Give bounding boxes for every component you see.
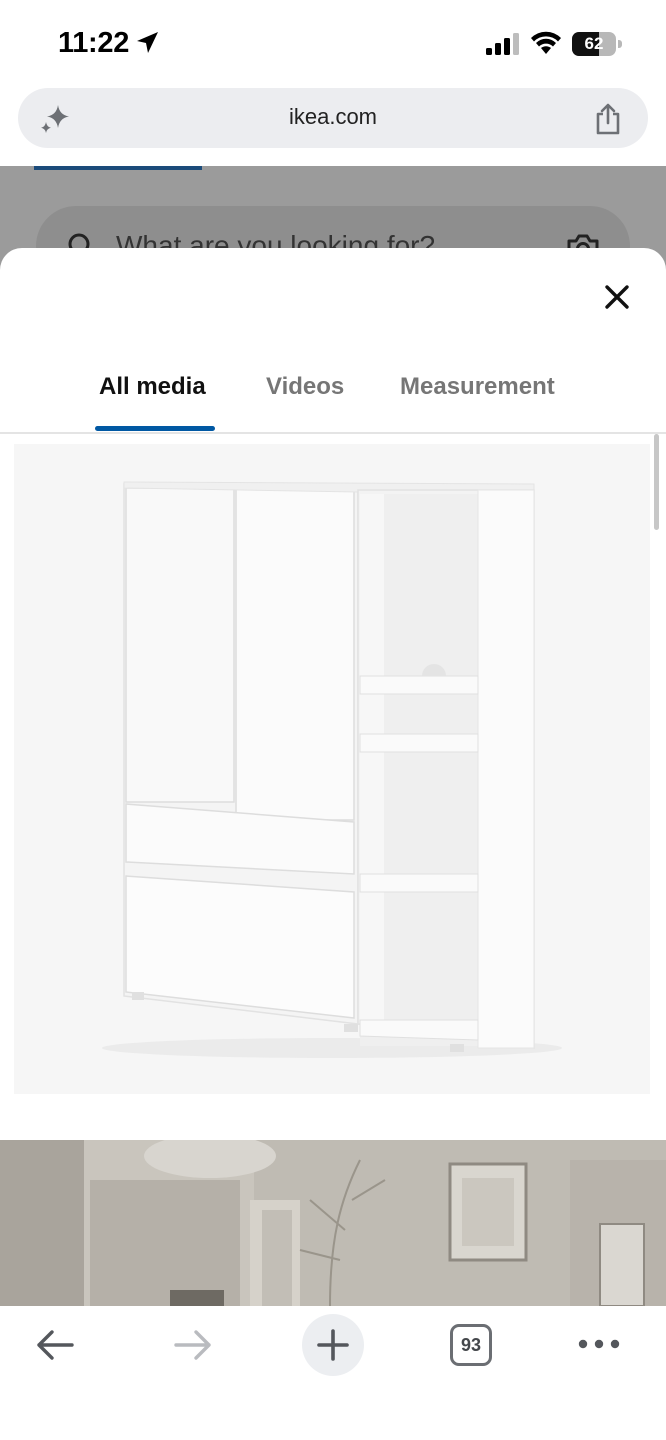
forward-arrow-icon[interactable]: [172, 1328, 214, 1362]
scrollbar[interactable]: [654, 434, 659, 530]
product-image[interactable]: [14, 444, 650, 1094]
nav-underline: [34, 166, 202, 170]
cellular-signal-icon: [486, 33, 519, 55]
battery-level: 62: [584, 34, 604, 53]
tab-all-media[interactable]: All media: [99, 373, 206, 401]
battery-indicator: 62: [572, 32, 622, 56]
media-modal: All media Videos Measurement: [0, 248, 666, 1306]
battery-nub: [618, 40, 622, 48]
tabs-count: 93: [460, 1335, 482, 1355]
wifi-icon: [531, 31, 561, 54]
battery-body: 62: [572, 32, 616, 56]
status-bar: 11:22 62: [0, 0, 666, 88]
room-image[interactable]: [0, 1140, 666, 1306]
address-bar[interactable]: ikea.com: [18, 88, 648, 148]
status-time: 11:22: [58, 27, 130, 59]
url-text[interactable]: ikea.com: [18, 104, 648, 130]
tab-videos[interactable]: Videos: [266, 373, 344, 401]
share-icon[interactable]: [592, 102, 624, 136]
browser-toolbar: 93: [0, 1306, 666, 1440]
tab-measurement[interactable]: Measurement: [400, 373, 555, 401]
media-tabs: All media Videos Measurement: [0, 360, 666, 434]
new-tab-button[interactable]: [302, 1314, 364, 1376]
active-tab-indicator: [95, 426, 215, 431]
tabs-icon[interactable]: 93: [450, 1324, 492, 1366]
location-arrow-icon: [137, 32, 158, 53]
back-arrow-icon[interactable]: [34, 1328, 76, 1362]
plus-icon: [317, 1329, 349, 1361]
close-icon[interactable]: [600, 280, 634, 314]
more-icon[interactable]: [578, 1336, 620, 1352]
